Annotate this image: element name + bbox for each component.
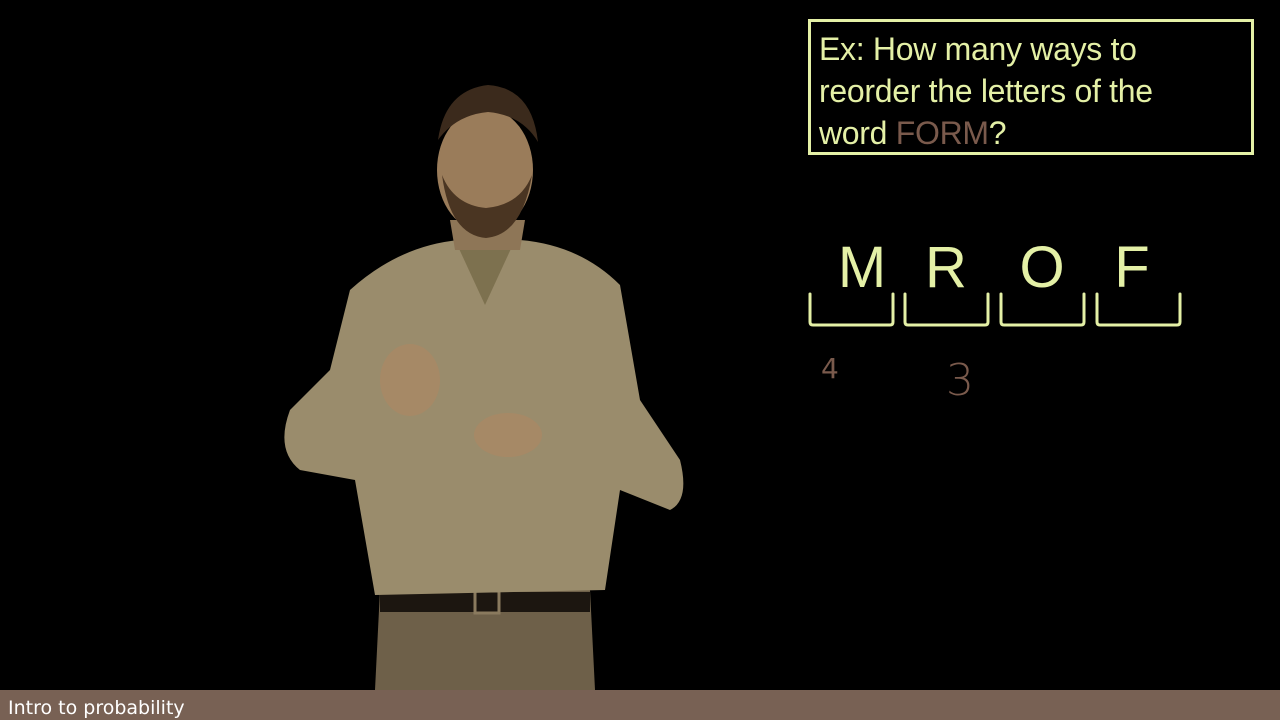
question-line-3-prefix: word	[819, 115, 896, 151]
slot-3-letter: O	[1019, 235, 1065, 300]
slot-2-letter: R	[925, 235, 967, 300]
question-line-2: reorder the letters of the	[819, 73, 1153, 109]
question-line-1: Ex: How many ways to	[819, 31, 1137, 67]
question-mark: ?	[988, 115, 1007, 151]
highlighted-word: FORM	[895, 115, 989, 151]
video-frame: Ex: How many ways to reorder the letters…	[0, 0, 1280, 720]
presenter-figure	[284, 85, 684, 690]
bottom-banner	[0, 690, 1280, 720]
slot-1-letter: M	[837, 235, 887, 300]
example-question-box: Ex: How many ways to reorder the letters…	[808, 19, 1254, 155]
slot-4-letter: F	[1114, 235, 1150, 300]
slot-2-count: 3	[946, 355, 974, 406]
question-line-3: word FORM?	[819, 112, 1241, 154]
slot-1-count: 4	[821, 352, 839, 385]
banner-label: Intro to probability	[8, 697, 185, 719]
